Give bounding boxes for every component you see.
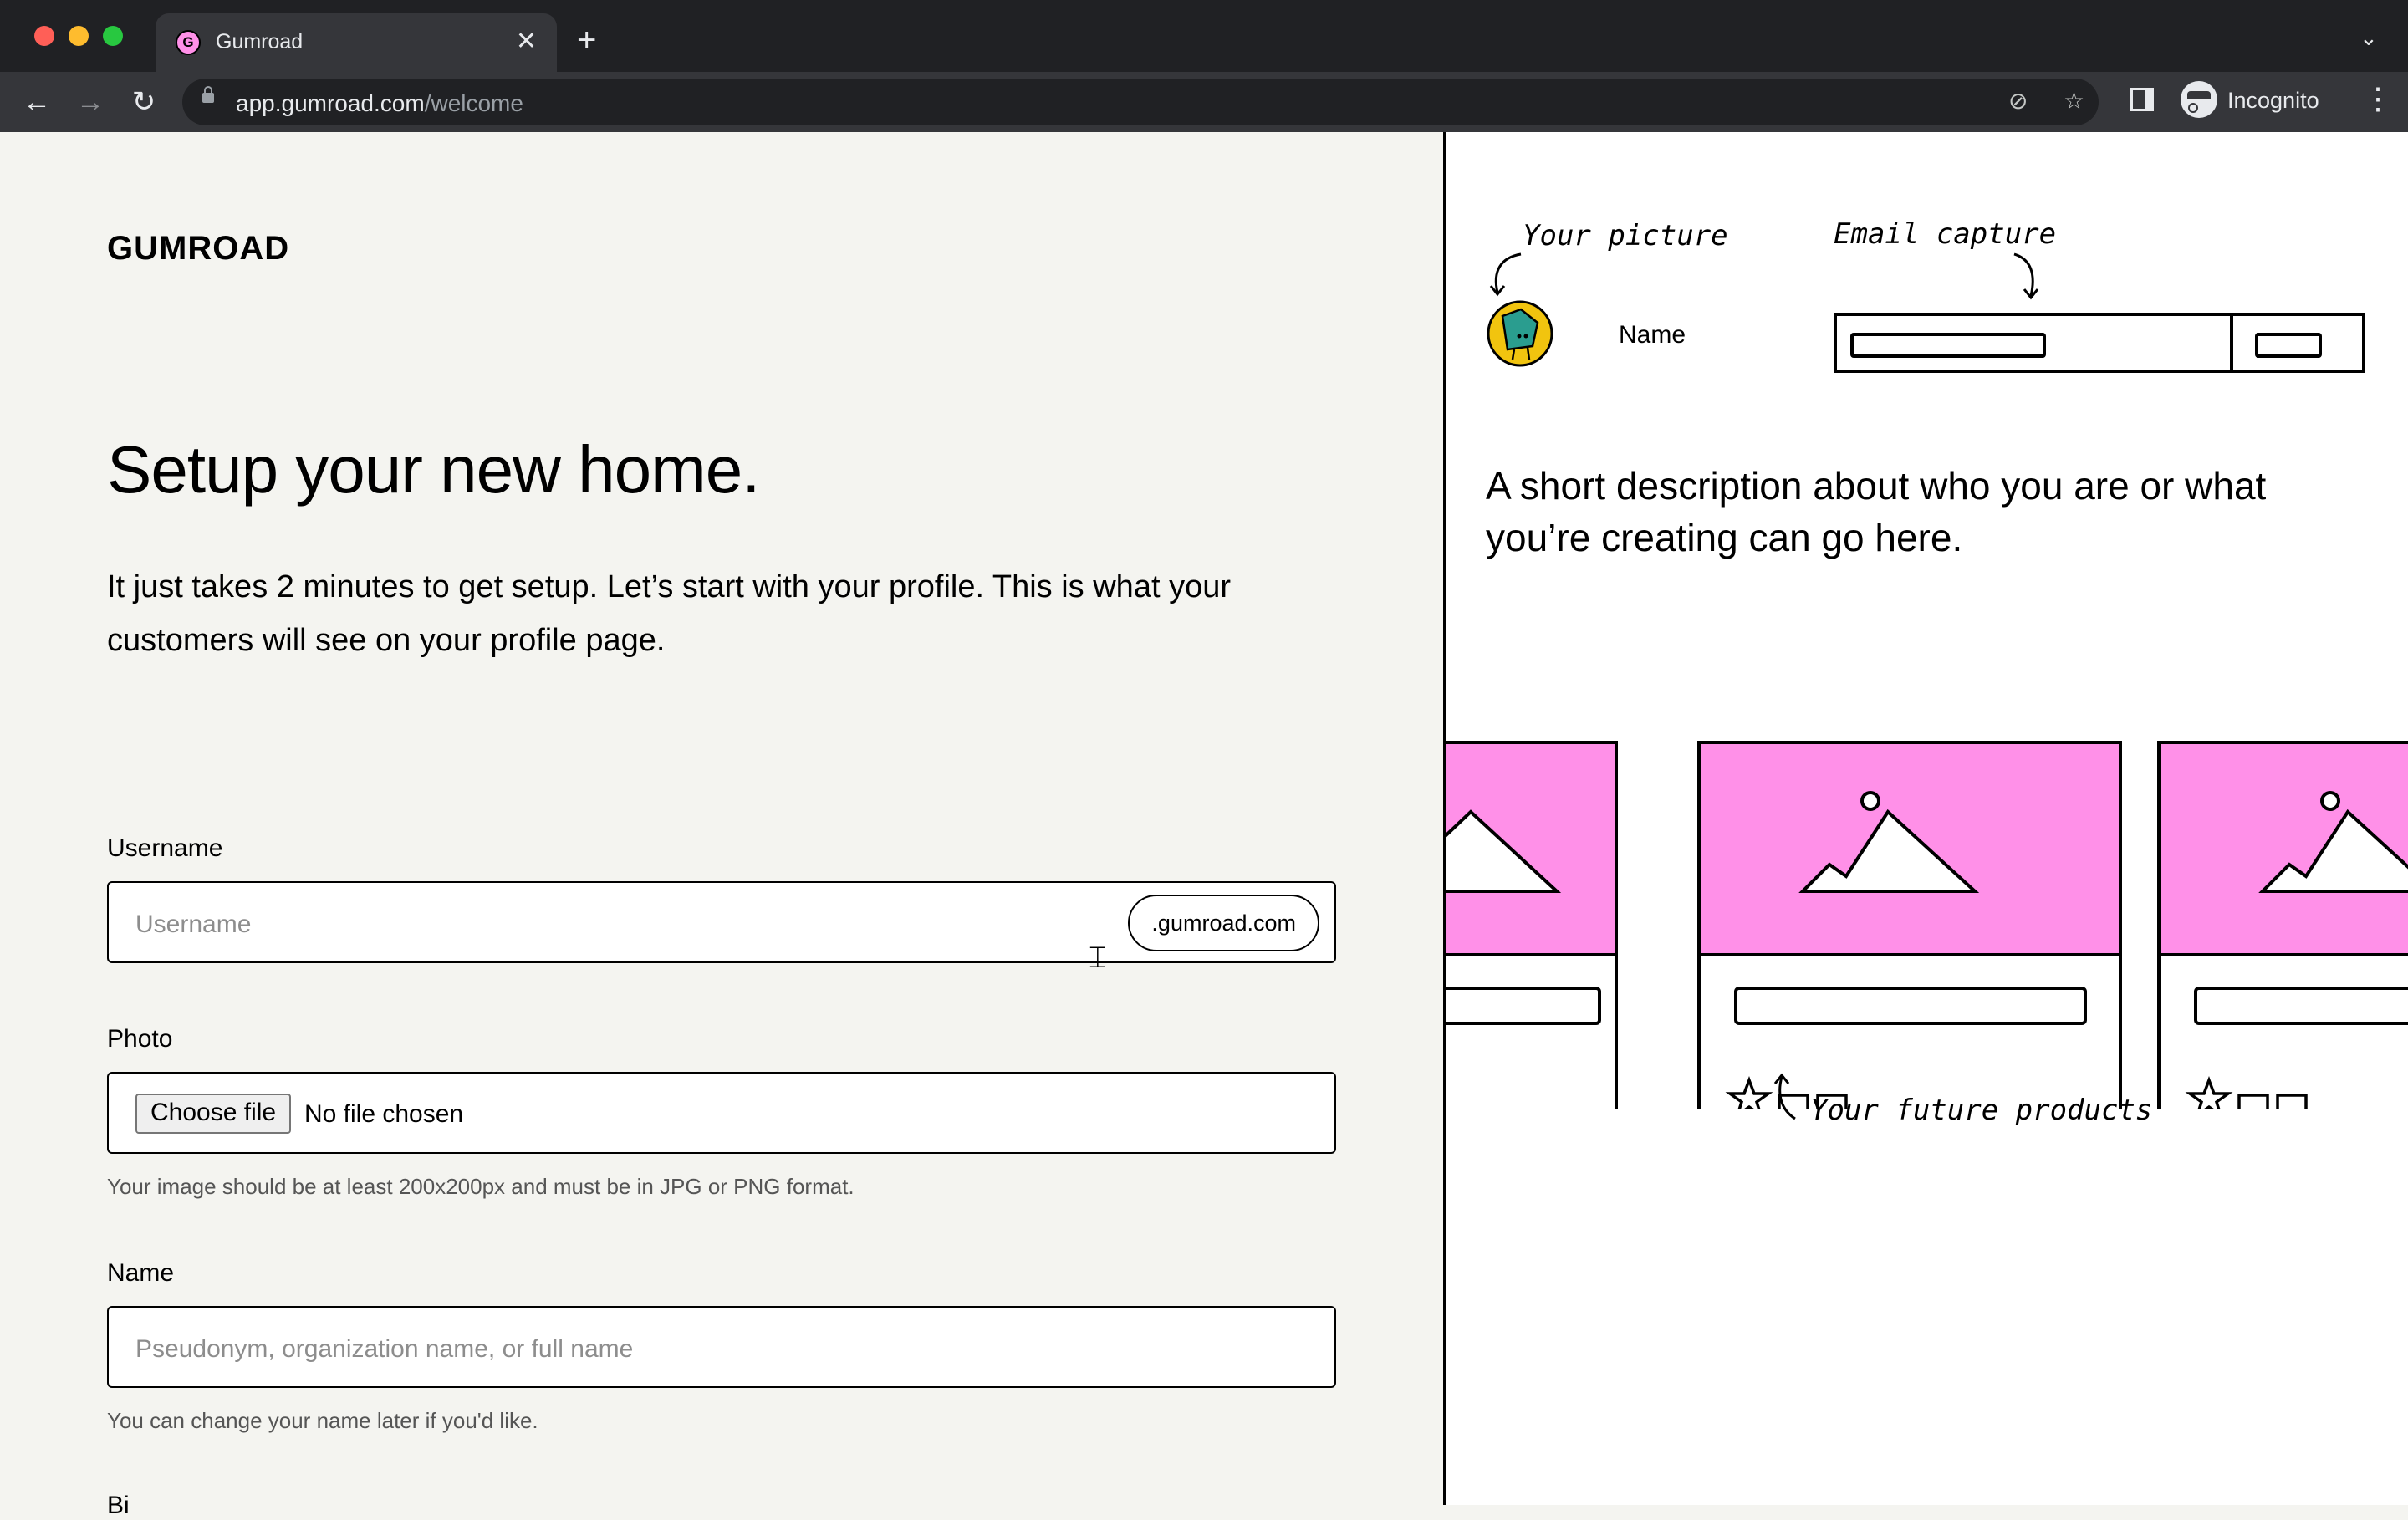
reload-icon[interactable]: ↻ xyxy=(125,84,162,120)
name-hint: You can change your name later if you'd … xyxy=(107,1408,538,1433)
photo-hint: Your image should be at least 200x200px … xyxy=(107,1174,855,1199)
product-cards-illustration xyxy=(1446,741,2408,1109)
text-cursor-icon: ⌶ xyxy=(1089,940,1107,974)
incognito-icon[interactable] xyxy=(2181,81,2217,118)
your-picture-annotation: Your picture xyxy=(1523,219,1728,252)
product-card xyxy=(2157,741,2408,1109)
email-capture-mockup xyxy=(1834,313,2365,373)
tab-search-chevron-icon[interactable]: ⌄ xyxy=(2360,25,2378,51)
preview-description: A short description about who you are or… xyxy=(1486,464,2267,559)
tab-title: Gumroad xyxy=(216,30,304,54)
intro-text: It just takes 2 minutes to get setup. Le… xyxy=(107,569,1231,658)
email-button-mockup xyxy=(2255,333,2322,358)
setup-form-panel: GUMROAD Setup your new home. It just tak… xyxy=(0,132,1443,1519)
side-panel-icon[interactable] xyxy=(2130,88,2154,111)
window-close-button[interactable] xyxy=(34,26,54,46)
curved-arrow-up-icon xyxy=(1773,1073,1796,1120)
name-placeholder: Pseudonym, organization name, or full na… xyxy=(135,1335,634,1363)
url-path: /welcome xyxy=(424,90,523,116)
domain-suffix-badge: .gumroad.com xyxy=(1128,895,1319,951)
username-input[interactable]: Username .gumroad.com xyxy=(107,881,1336,963)
curved-arrow-down-icon xyxy=(1489,252,1522,297)
name-input[interactable]: Pseudonym, organization name, or full na… xyxy=(107,1306,1336,1388)
avatar xyxy=(1487,300,1553,367)
email-separator xyxy=(2230,316,2233,370)
forward-arrow-icon[interactable]: → xyxy=(72,84,109,120)
choose-file-button[interactable]: Choose file xyxy=(135,1094,292,1134)
future-products-annotation: Your future products xyxy=(1810,1094,2153,1127)
incognito-label[interactable]: Incognito xyxy=(2227,88,2319,114)
back-arrow-icon[interactable]: ← xyxy=(18,84,55,120)
browser-toolbar: ← → ↻ app.gumroad.com/welcome ⊘ ☆ xyxy=(0,72,2408,132)
url-host: app.gumroad.com xyxy=(236,90,425,116)
name-label: Name xyxy=(107,1259,175,1287)
gumroad-favicon-icon: G xyxy=(176,30,201,55)
product-card xyxy=(1446,741,1618,1109)
preview-name: Name xyxy=(1619,321,1686,349)
file-status-text: No file chosen xyxy=(304,1100,464,1128)
lock-icon[interactable] xyxy=(202,86,214,103)
kebab-menu-icon[interactable]: ⋮ xyxy=(2363,84,2393,114)
gumroad-logo: GUMROAD xyxy=(107,231,289,266)
username-placeholder: Username xyxy=(135,910,252,938)
bookmark-star-icon[interactable]: ☆ xyxy=(2064,87,2084,115)
browser-tab[interactable]: G Gumroad ✕ xyxy=(156,13,557,72)
photo-file-input[interactable]: Choose file No file chosen xyxy=(107,1072,1336,1154)
browser-tab-bar: G Gumroad ✕ + ⌄ xyxy=(0,0,2408,72)
bio-label-partial: Bi xyxy=(107,1492,130,1519)
new-tab-icon[interactable]: + xyxy=(577,23,596,57)
photo-label: Photo xyxy=(107,1025,173,1053)
tab-close-icon[interactable]: ✕ xyxy=(516,27,537,57)
page-title: Setup your new home. xyxy=(107,432,760,507)
curved-arrow-down-icon xyxy=(2013,252,2039,300)
eye-slash-icon[interactable]: ⊘ xyxy=(2008,87,2028,115)
address-bar[interactable]: app.gumroad.com/welcome ⊘ ☆ xyxy=(182,79,2099,125)
window-maximize-button[interactable] xyxy=(103,26,123,46)
email-capture-annotation: Email capture xyxy=(1834,217,2057,251)
url-text[interactable]: app.gumroad.com/welcome xyxy=(236,90,523,117)
email-input-mockup xyxy=(1850,333,2046,358)
profile-preview-panel: Your picture Name Email capture A short … xyxy=(1446,132,2408,1505)
product-card xyxy=(1697,741,2122,1109)
username-label: Username xyxy=(107,834,223,862)
logo-text: GUMROAD xyxy=(107,231,289,266)
window-minimize-button[interactable] xyxy=(69,26,89,46)
